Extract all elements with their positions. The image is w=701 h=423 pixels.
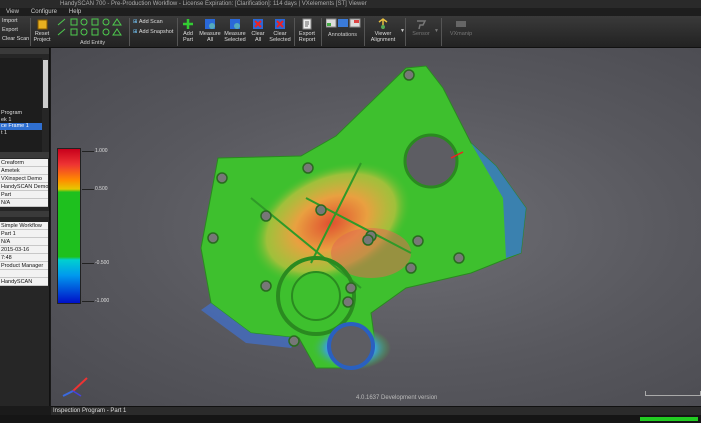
progress-bar bbox=[640, 417, 698, 421]
window-title: HandySCAN 700 - Pre-Production Workflow … bbox=[0, 0, 701, 8]
clear-icon bbox=[274, 18, 286, 30]
ribbon-toolbar: Import Export Clear Scan Reset Project A… bbox=[0, 16, 701, 48]
scale-bar bbox=[645, 391, 701, 396]
table-cell: HandySCAN Demo bbox=[0, 184, 48, 191]
table-cell: Part bbox=[0, 191, 48, 199]
menu-configure[interactable]: Configure bbox=[25, 8, 63, 16]
reset-project-label: Reset Project bbox=[33, 31, 51, 43]
scanned-part-model[interactable] bbox=[51, 48, 701, 406]
status-bar: Inspection Program - Part 1 bbox=[51, 406, 701, 415]
separator bbox=[405, 18, 406, 46]
measure-selected-label: Measure Selected bbox=[224, 31, 246, 43]
table-cell: Creaform bbox=[0, 159, 48, 167]
clear-selected-label: Clear Selected bbox=[269, 31, 291, 43]
panel-header bbox=[0, 152, 49, 158]
alignment-icon bbox=[377, 18, 389, 30]
sensor-button[interactable]: Sensor bbox=[410, 16, 432, 48]
separator bbox=[321, 18, 322, 46]
tree-item[interactable]: t 1 bbox=[0, 130, 42, 137]
reset-project-button[interactable]: Reset Project bbox=[33, 16, 51, 48]
separator bbox=[30, 18, 31, 46]
table-cell: VXinspect Demo bbox=[0, 175, 48, 183]
add-scan-button[interactable]: ⊞ Add Scan bbox=[133, 17, 173, 27]
tree-scrollbar[interactable] bbox=[43, 60, 48, 108]
table-cell: 2015-03-16 bbox=[0, 246, 48, 254]
clear-all-label: Clear All bbox=[251, 31, 265, 43]
vxmanip-icon bbox=[455, 18, 467, 30]
add-part-label: Add Part bbox=[182, 31, 194, 43]
left-panel: Program ek 1 ce Frame 1 t 1 Creaform Ame… bbox=[0, 48, 50, 406]
clear-scan-button[interactable]: Clear Scan bbox=[2, 35, 29, 44]
menu-help[interactable]: Help bbox=[63, 8, 87, 16]
add-entity-label[interactable]: Add Entity bbox=[80, 40, 105, 46]
report-icon bbox=[301, 18, 313, 30]
measure-icon bbox=[204, 18, 216, 30]
panel-header bbox=[0, 48, 49, 54]
clear-all-button[interactable]: Clear All bbox=[249, 16, 267, 48]
project-info-table: Creaform Ametek VXinspect Demo HandySCAN… bbox=[0, 159, 48, 207]
3d-viewport[interactable]: 1.000 0.500 -0.500 -1.000 4.0.1637 Devel… bbox=[51, 48, 701, 406]
table-cell: Ametek bbox=[0, 167, 48, 175]
table-cell: Product Manager bbox=[0, 262, 48, 270]
scan-group: ⊞ Add Scan ⊞ Add Snapshot bbox=[133, 17, 173, 37]
taskbar bbox=[0, 415, 701, 423]
measure-selected-button[interactable]: Measure Selected bbox=[224, 16, 246, 48]
separator bbox=[441, 18, 442, 46]
chevron-down-icon[interactable]: ▼ bbox=[434, 28, 439, 34]
table-cell: Part 1 bbox=[0, 230, 48, 238]
axis-triad-icon bbox=[62, 377, 88, 397]
add-entity-grid bbox=[55, 17, 127, 39]
viewer-alignment-label: Viewer Alignment bbox=[370, 31, 396, 43]
clear-icon bbox=[252, 18, 264, 30]
annotation-icons[interactable] bbox=[325, 18, 362, 30]
measure-all-button[interactable]: Measure All bbox=[199, 16, 221, 48]
table-cell bbox=[0, 270, 48, 278]
reset-project-icon bbox=[36, 18, 48, 30]
inspection-info-table: Simple Workflow Part 1 N/A 2015-03-16 7:… bbox=[0, 222, 48, 286]
vxmanip-button[interactable]: VXmanip bbox=[447, 16, 475, 48]
clear-selected-button[interactable]: Clear Selected bbox=[269, 16, 291, 48]
separator bbox=[294, 18, 295, 46]
panel-header bbox=[0, 211, 49, 217]
entity-icons[interactable] bbox=[55, 17, 127, 39]
table-cell: 7:48 bbox=[0, 254, 48, 262]
version-label: 4.0.1637 Development version bbox=[356, 395, 438, 401]
table-cell: N/A bbox=[0, 199, 48, 207]
plus-icon bbox=[182, 18, 194, 30]
export-report-button[interactable]: Export Report bbox=[296, 16, 318, 48]
table-cell: HandySCAN bbox=[0, 278, 48, 286]
separator bbox=[177, 18, 178, 46]
vxmanip-label: VXmanip bbox=[449, 31, 473, 37]
measure-icon bbox=[229, 18, 241, 30]
annotations-label[interactable]: Annotations bbox=[328, 32, 357, 38]
measure-all-label: Measure All bbox=[199, 31, 221, 43]
menu-view[interactable]: View bbox=[0, 8, 25, 16]
separator bbox=[129, 18, 130, 46]
table-cell: Simple Workflow bbox=[0, 222, 48, 230]
table-cell: N/A bbox=[0, 238, 48, 246]
add-part-button[interactable]: Add Part bbox=[179, 16, 197, 48]
add-snapshot-button[interactable]: ⊞ Add Snapshot bbox=[133, 27, 173, 37]
export-button[interactable]: Export bbox=[2, 26, 29, 35]
file-group: Import Export Clear Scan bbox=[2, 17, 29, 44]
separator bbox=[364, 18, 365, 46]
import-button[interactable]: Import bbox=[2, 17, 29, 26]
export-report-label: Export Report bbox=[298, 31, 316, 43]
project-tree[interactable]: Program ek 1 ce Frame 1 t 1 bbox=[0, 58, 42, 158]
viewer-alignment-button[interactable]: Viewer Alignment bbox=[366, 16, 400, 48]
sensor-label: Sensor bbox=[412, 31, 430, 37]
menu-bar: View Configure Help bbox=[0, 8, 701, 16]
sensor-icon bbox=[415, 18, 427, 30]
